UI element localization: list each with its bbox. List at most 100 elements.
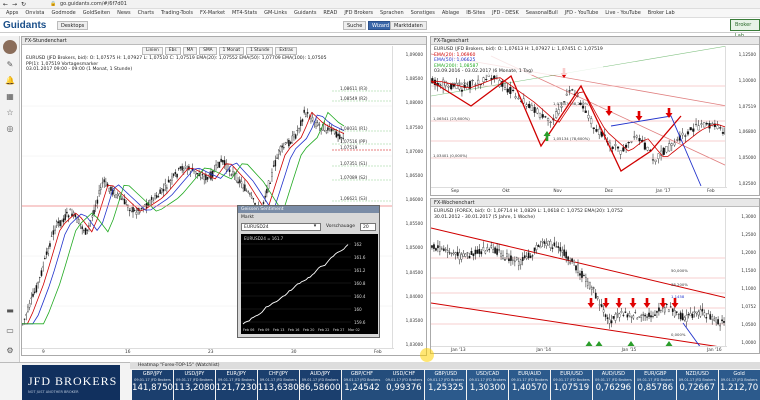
bookmark-item[interactable]: MT4-Stats: [230, 10, 259, 16]
heatmap-tile[interactable]: USD/CAD 09.01.17 JFD Brokers 1,30300: [467, 370, 509, 400]
y-tick-label: 1,04500: [405, 269, 423, 275]
bookmark-item[interactable]: JFD - DESK: [490, 10, 521, 16]
daily-candle: [503, 87, 507, 90]
bookmark-item[interactable]: JFD Brokers: [342, 10, 375, 16]
broker-lab-button[interactable]: Broker Lab: [730, 19, 760, 39]
bookmark-item[interactable]: Ablage: [440, 10, 461, 16]
heatmap-tile[interactable]: GBP/JPY 09.01.17 JFD Brokers 141,87500: [132, 370, 178, 400]
weekly-candle: [583, 275, 585, 277]
heatmap-tile[interactable]: EUR/USD 09.01.17 JFD Brokers 1,07519: [551, 370, 592, 400]
bookmark-item[interactable]: Guidants: [292, 10, 318, 16]
popup-tab[interactable]: Markt: [241, 215, 254, 220]
weekly-candle: [555, 246, 558, 248]
weekly-candle: [525, 256, 528, 259]
weekly-candle: [699, 309, 702, 317]
weekly-candle: [496, 248, 498, 255]
heatmap-tile[interactable]: USD/CHF 09.01.17 JFD Brokers 0,99376: [383, 370, 425, 400]
weekly-candle: [437, 245, 439, 249]
weekly-chart-panel: FX-Wochenchart 1,1458 50,000% 38,200% 0,000…: [430, 198, 760, 354]
pivot-label: 1,06621 (S3): [340, 196, 368, 201]
address-bar[interactable]: go.guidants.com/#/6f7d01: [60, 1, 380, 8]
weekly-candle: [689, 313, 692, 317]
bookmark-item[interactable]: Trading-Tools: [159, 10, 195, 16]
left-toolbar: ✎ 🔔 ▦ ☆ ◎ ▬ ▭ ⚙: [0, 36, 20, 362]
bookmark-item[interactable]: Charts: [136, 10, 156, 16]
bookmark-item[interactable]: Onvista: [23, 10, 46, 16]
bookmark-item[interactable]: SeasonalBull: [524, 10, 560, 16]
heatmap-tile[interactable]: GBP/CHF 09.01.17 JFD Brokers 1,24542: [341, 370, 383, 400]
bookmark-item[interactable]: News: [115, 10, 133, 16]
heatmap-tile[interactable]: Gold 09.01.17 JFD Brokers 1.212,70: [718, 370, 760, 400]
hourly-candle: [37, 282, 39, 285]
hourly-candle: [337, 133, 339, 137]
x-tick-label: Feb: [707, 189, 715, 194]
tile-name: EUR/GBP: [644, 371, 667, 377]
star-icon[interactable]: ☆: [4, 108, 16, 119]
hourly-candle: [33, 291, 36, 294]
bookmark-item[interactable]: Apps: [4, 10, 20, 16]
weekly-candle: [671, 308, 674, 312]
tile-price: 0,72667: [679, 383, 715, 393]
symbol-select[interactable]: EURUSD24: [241, 223, 321, 231]
weekly-candle: [535, 245, 538, 250]
edit-icon[interactable]: ✎: [4, 60, 16, 71]
horizon-input[interactable]: 20: [360, 223, 376, 231]
pivot-label: 1,07519: [340, 145, 358, 150]
heatmap-tile[interactable]: NZD/USD 09.01.17 JFD Brokers 0,72667: [676, 370, 718, 400]
heatmap-tile[interactable]: USD/JPY 09.01.17 JFD Brokers 113,20800: [173, 370, 220, 400]
forward-icon[interactable]: →: [12, 1, 17, 8]
bookmark-item[interactable]: IB-Sites: [464, 10, 487, 16]
weekly-chart-svg[interactable]: 1,1458 50,000% 38,200% 0,000%: [431, 208, 727, 346]
user-avatar[interactable]: [3, 40, 17, 54]
chevron-down-icon[interactable]: ▾: [310, 223, 320, 231]
hourly-candle: [176, 173, 178, 178]
heatmap-tile[interactable]: EUR/GBP 09.01.17 JFD Brokers 0,85786: [634, 370, 676, 400]
y-tick-label: 1,1000: [741, 286, 756, 291]
bookmark-item[interactable]: Sprachen: [378, 10, 406, 16]
tile-source: 09.01.17 JFD Brokers: [176, 378, 213, 382]
desktops-button[interactable]: Desktops: [57, 21, 89, 30]
heatmap-tile[interactable]: AUD/JPY 09.01.17 JFD Brokers 86,58600: [299, 370, 341, 400]
bookmark-item[interactable]: GoldSeiten: [81, 10, 112, 16]
bookmark-item[interactable]: Broker Lab: [646, 10, 677, 16]
weekly-candle: [697, 311, 700, 316]
bookmark-item[interactable]: Sonstiges: [409, 10, 437, 16]
weekly-candle: [669, 306, 672, 308]
heatmap-tile[interactable]: CHF/JPY 09.01.17 JFD Brokers 113,63800: [257, 370, 304, 400]
tile-name: USD/CHF: [392, 371, 416, 377]
daily-candle: [611, 146, 614, 150]
globe-icon[interactable]: ◎: [4, 124, 16, 135]
bookmark-item[interactable]: JFD - YouTube: [563, 10, 601, 16]
weekly-candle: [492, 249, 495, 253]
search-button[interactable]: Suche: [343, 21, 367, 30]
document-icon[interactable]: ▭: [4, 326, 16, 337]
hourly-candle: [215, 164, 217, 166]
daily-candle: [700, 123, 703, 125]
bell-icon[interactable]: 🔔: [4, 76, 16, 87]
hourly-candle: [27, 306, 29, 312]
bookmark-item[interactable]: READ: [321, 10, 339, 16]
tile-price: 1.212,70: [719, 383, 759, 393]
tile-source: 09.01.17 JFD Brokers: [134, 378, 171, 382]
weekly-candle: [654, 314, 656, 316]
heatmap-tile[interactable]: EUR/JPY 09.01.17 JFD Brokers 121,72300: [215, 370, 262, 400]
y-tick-label: 1,03000: [405, 342, 423, 347]
marktdaten-button[interactable]: Marktdaten: [390, 21, 427, 30]
bookmark-item[interactable]: Live - YouTube: [603, 10, 643, 16]
heatmap-tile[interactable]: EUR/AUD 09.01.17 JFD Brokers 1,40570: [509, 370, 551, 400]
bookmark-item[interactable]: GM-Links: [262, 10, 289, 16]
settings-icon[interactable]: ⚙: [4, 346, 16, 357]
weekly-annotation: 50,000%: [671, 268, 688, 273]
reload-icon[interactable]: ↻: [21, 1, 26, 8]
pivot-label: 1,07351 (S1): [340, 161, 368, 166]
heatmap-tile[interactable]: AUD/USD 09.01.17 JFD Brokers 0,76296: [592, 370, 634, 400]
sentiment-popup[interactable]: Geissen Sentiment Markt EURUSD24 ▾ Vorsc…: [237, 205, 380, 338]
heatmap-tile[interactable]: GBP/USD 09.01.17 JFD Brokers 1,25325: [425, 370, 467, 400]
bookmark-item[interactable]: Godmode: [49, 10, 77, 16]
back-icon[interactable]: ←: [3, 1, 8, 8]
calendar-icon[interactable]: ▦: [4, 92, 16, 103]
bookmark-item[interactable]: FX-Market: [198, 10, 227, 16]
hourly-candle: [330, 128, 333, 132]
jfd-brokers-logo[interactable]: JFD BROKERS NOT JUST ANOTHER BROKER: [22, 365, 120, 400]
folder-icon[interactable]: ▬: [4, 306, 16, 317]
